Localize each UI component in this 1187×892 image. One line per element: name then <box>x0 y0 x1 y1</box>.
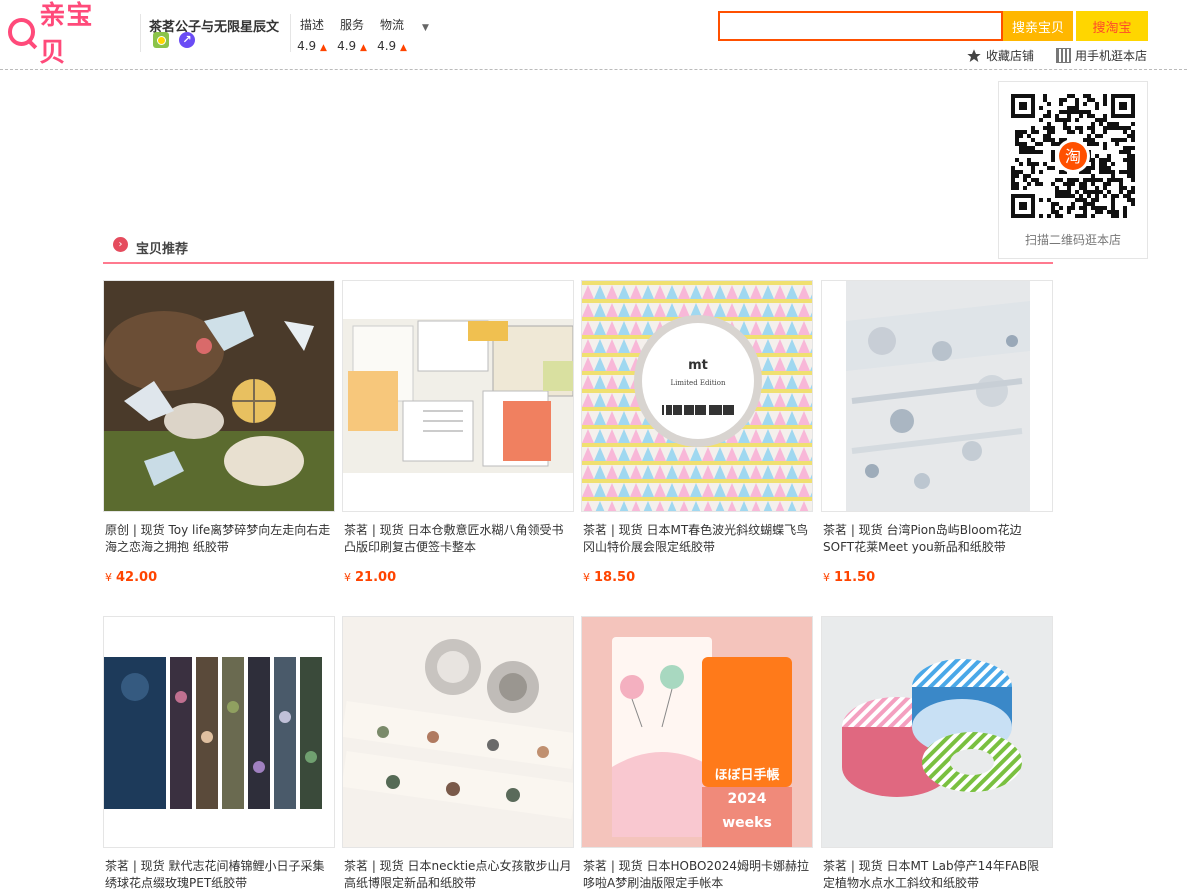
product-price: ¥42.00 <box>105 570 158 585</box>
rating-label: 描述 <box>299 18 324 32</box>
qr-code-image: 淘 <box>1011 94 1135 218</box>
chevron-right-icon: › <box>113 237 128 252</box>
logo-text: 亲宝贝 <box>39 1 94 68</box>
search-taobao-button[interactable]: 搜淘宝 <box>1076 11 1148 41</box>
qinbaobei-logo[interactable]: 亲宝贝 <box>8 1 118 68</box>
product-title[interactable]: 茶茗 | 现货 日本MT Lab停产14年FAB限定植物水点水工斜纹和纸胶带 <box>821 858 1053 892</box>
rating-label: 物流 <box>379 18 404 32</box>
qrcode-icon <box>1056 48 1071 63</box>
product-title[interactable]: 茶茗 | 现货 默代志花间椿锦鲤小日子采集绣球花点缀玫瑰PET纸胶带 <box>103 858 335 892</box>
product-card[interactable]: 茶茗 | 现货 日本necktie点心女孩散步山月高纸博限定新品和纸胶带 <box>342 616 574 892</box>
product-title[interactable]: 原创 | 现货 Toy life离梦碎梦向左走向右走海之恋海之拥抱 纸胶带 <box>103 522 335 556</box>
product-image[interactable] <box>103 280 335 512</box>
svg-text:mt: mt <box>688 358 708 373</box>
product-image[interactable] <box>821 280 1053 512</box>
product-card[interactable]: 原创 | 现货 Toy life离梦碎梦向左走向右走海之恋海之拥抱 纸胶带 ¥4… <box>103 280 335 585</box>
rating-value: 4.9 <box>297 39 317 53</box>
rating-value: 4.9 <box>337 39 357 53</box>
product-image[interactable]: ほぼ日手帳 2024 weeks <box>581 616 813 848</box>
product-title[interactable]: 茶茗 | 现货 日本HOBO2024姆明卡娜赫拉哆啦A梦刷油版限定手帐本 <box>581 858 813 892</box>
rating-service: 服务 4.9 ▲ <box>332 16 372 53</box>
product-title[interactable]: 茶茗 | 现货 日本MT春色波光斜纹蝴蝶飞鸟冈山特价展会限定纸胶带 <box>581 522 813 556</box>
svg-text:ほぼ日手帳: ほぼ日手帳 <box>714 767 779 783</box>
shop-badge-icon[interactable] <box>153 32 169 48</box>
favorite-shop-label: 收藏店铺 <box>986 49 1035 63</box>
product-price: ¥11.50 <box>823 570 876 585</box>
product-title[interactable]: 茶茗 | 现货 台湾Pion岛屿Bloom花边SOFT花莱Meet you新品和… <box>821 522 1053 556</box>
svg-text:weeks: weeks <box>722 815 772 831</box>
chevron-down-icon[interactable]: ▼ <box>422 23 429 33</box>
product-card[interactable]: 茶茗 | 现货 台湾Pion岛屿Bloom花边SOFT花莱Meet you新品和… <box>821 280 1053 585</box>
taobao-logo-char: 淘 <box>1065 147 1081 166</box>
arrow-up-icon: ▲ <box>400 43 407 53</box>
section-header: › 宝贝推荐 <box>103 234 1053 264</box>
divider <box>140 14 141 52</box>
product-image[interactable] <box>103 616 335 848</box>
product-card[interactable]: 茶茗 | 现货 默代志花间椿锦鲤小日子采集绣球花点缀玫瑰PET纸胶带 <box>103 616 335 892</box>
qr-code-panel: 淘 扫描二维码逛本店 <box>998 81 1148 259</box>
search-qinbaobei-button[interactable]: 搜亲宝贝 <box>1003 11 1073 41</box>
product-price: ¥21.00 <box>344 570 397 585</box>
mobile-shop-label: 用手机逛本店 <box>1075 49 1148 63</box>
search-input[interactable] <box>718 11 1003 41</box>
rating-value: 4.9 <box>377 39 397 53</box>
product-title[interactable]: 茶茗 | 现货 日本仓敷意匠水糊八角领受书凸版印刷复古便签卡整本 <box>342 522 574 556</box>
q-logo-icon <box>8 18 36 46</box>
product-card[interactable]: 茶茗 | 现货 日本MT Lab停产14年FAB限定植物水点水工斜纹和纸胶带 <box>821 616 1053 892</box>
product-card[interactable]: mt Limited Edition 茶茗 | 现货 日本MT春色波光斜纹蝴蝶飞… <box>581 280 813 585</box>
mobile-shop-link[interactable]: 用手机逛本店 <box>1056 47 1147 64</box>
arrow-up-icon: ▲ <box>320 43 327 53</box>
product-image[interactable] <box>342 280 574 512</box>
rating-logistics: 物流 4.9 ▲ <box>372 16 412 53</box>
shop-name[interactable]: 茶茗公子与无限星辰文 <box>149 16 279 35</box>
shop-level-icon[interactable]: ↗ <box>179 32 195 48</box>
product-image[interactable]: mt Limited Edition <box>581 280 813 512</box>
favorite-shop-link[interactable]: 收藏店铺 <box>966 47 1034 64</box>
rating-description: 描述 4.9 ▲ <box>292 16 332 53</box>
arrow-up-icon: ▲ <box>360 43 367 53</box>
svg-text:Limited Edition: Limited Edition <box>670 379 726 387</box>
star-icon <box>967 48 981 62</box>
section-title: 宝贝推荐 <box>136 242 189 257</box>
product-card[interactable]: ほぼ日手帳 2024 weeks 茶茗 | 现货 日本HOBO2024姆明卡娜赫… <box>581 616 813 892</box>
divider <box>290 14 291 52</box>
product-title[interactable]: 茶茗 | 现货 日本necktie点心女孩散步山月高纸博限定新品和纸胶带 <box>342 858 574 892</box>
product-image[interactable] <box>821 616 1053 848</box>
product-image[interactable] <box>342 616 574 848</box>
product-card[interactable]: 茶茗 | 现货 日本仓敷意匠水糊八角领受书凸版印刷复古便签卡整本 ¥21.00 <box>342 280 574 585</box>
shop-header: 亲宝贝 茶茗公子与无限星辰文 ↗ 描述 4.9 ▲ 服务 4.9 ▲ 物流 4.… <box>0 0 1187 70</box>
product-price: ¥18.50 <box>583 570 636 585</box>
rating-label: 服务 <box>339 18 364 32</box>
svg-text:2024: 2024 <box>728 791 767 807</box>
